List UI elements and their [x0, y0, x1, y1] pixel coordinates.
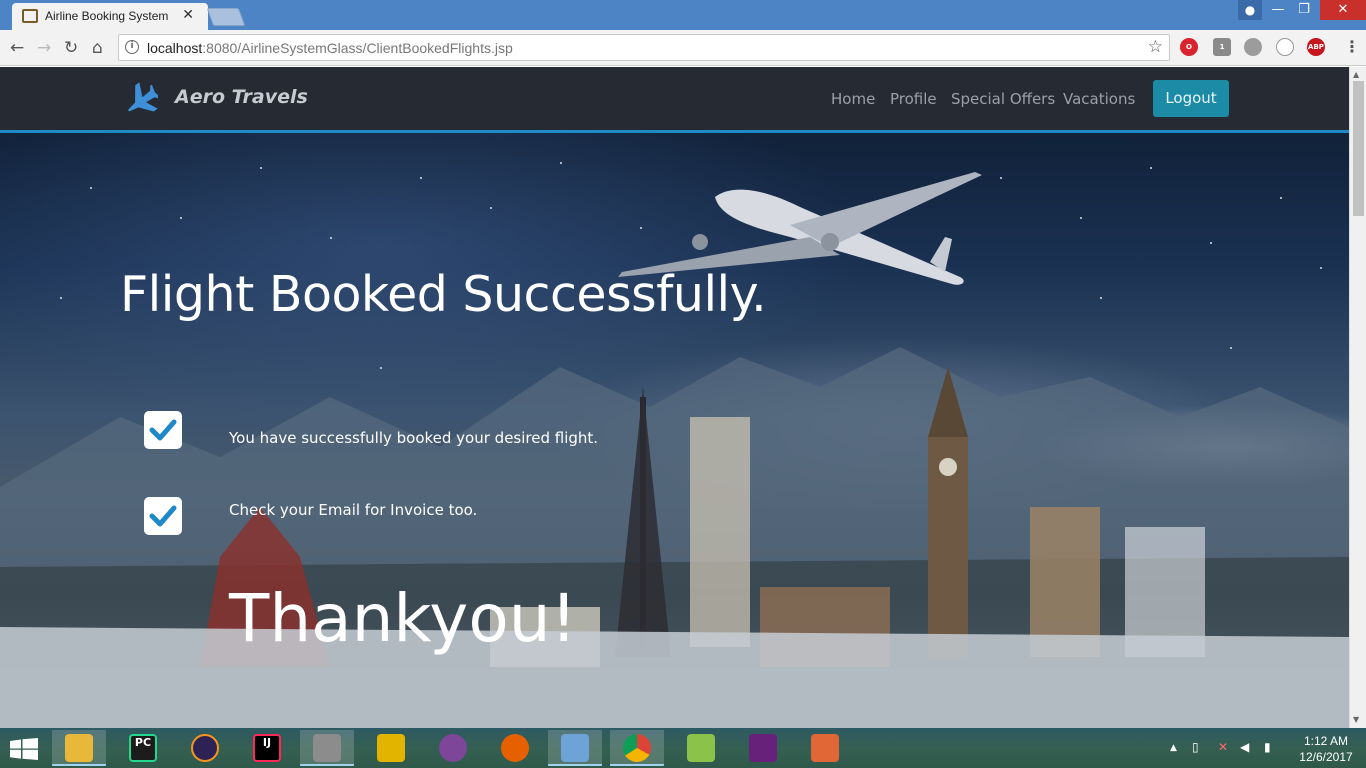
check-icon: [144, 411, 182, 449]
taskbar-vmware-icon[interactable]: [364, 730, 418, 766]
page-viewport: Aero Travels Home Profile Special Offers…: [0, 67, 1349, 728]
browser-tab-strip: Airline Booking System ✕ ● — ❐ ✕: [0, 0, 1366, 30]
windows-taskbar: PC IJ ▲ ▯ ✕ ◀ ▮ 1:12 AM 12/6/2017: [0, 728, 1366, 768]
page-scrollbar[interactable]: ▲ ▼: [1349, 67, 1366, 728]
scroll-thumb[interactable]: [1353, 81, 1364, 216]
taskbar-tools-icon[interactable]: [300, 730, 354, 766]
url-text[interactable]: localhost:8080/AirlineSystemGlass/Client…: [147, 40, 513, 56]
tray-network-error-icon[interactable]: ✕: [1218, 740, 1228, 754]
address-bar[interactable]: i localhost:8080/AirlineSystemGlass/Clie…: [118, 34, 1170, 61]
taskbar-eclipse-icon[interactable]: [178, 730, 232, 766]
taskbar-virtualbox-icon[interactable]: [548, 730, 602, 766]
nav-special-offers-link[interactable]: Special Offers: [951, 90, 1055, 108]
taskbar-file-explorer-icon[interactable]: [52, 730, 106, 766]
taskbar-firefox-icon[interactable]: [488, 730, 542, 766]
forward-icon[interactable]: →: [37, 38, 51, 58]
taskbar-tor-icon[interactable]: [426, 730, 480, 766]
taskbar-chrome-icon[interactable]: [610, 730, 664, 766]
chrome-menu-icon[interactable]: ⋮: [1344, 37, 1360, 56]
opera-icon[interactable]: O: [1180, 38, 1198, 56]
back-icon[interactable]: ←: [10, 38, 24, 58]
system-clock[interactable]: 1:12 AM 12/6/2017: [1293, 733, 1359, 765]
page-favicon-icon: [22, 9, 38, 23]
windows-start-icon[interactable]: [10, 738, 38, 760]
tab-close-icon[interactable]: ✕: [182, 7, 194, 23]
user-profile-icon[interactable]: ●: [1238, 0, 1262, 20]
minimize-button[interactable]: —: [1264, 0, 1292, 20]
browser-toolbar: ← → ↻ ⌂ i localhost:8080/AirlineSystemGl…: [0, 30, 1366, 66]
clock-time: 1:12 AM: [1303, 734, 1349, 748]
taskbar-matlab-icon[interactable]: [798, 730, 852, 766]
extension-badge: 1: [1219, 43, 1225, 51]
taskbar-pycharm-icon[interactable]: PC: [116, 730, 170, 766]
close-window-button[interactable]: ✕: [1320, 0, 1366, 20]
nav-vacations-link[interactable]: Vacations: [1063, 90, 1135, 108]
tray-signal-icon[interactable]: ▮: [1264, 740, 1271, 754]
brand-name[interactable]: Aero Travels: [175, 86, 308, 108]
tray-volume-icon[interactable]: ◀: [1240, 740, 1249, 754]
booking-success-message: You have successfully booked your desire…: [229, 429, 599, 447]
nav-profile-link[interactable]: Profile: [890, 90, 937, 108]
browser-tab[interactable]: Airline Booking System ✕: [12, 3, 208, 30]
adblock-icon[interactable]: ABP: [1307, 38, 1325, 56]
clock-date: 12/6/2017: [1299, 750, 1353, 764]
check-icon: [144, 497, 182, 535]
restore-button[interactable]: ❐: [1290, 0, 1318, 20]
tab-title: Airline Booking System: [45, 9, 169, 23]
email-invoice-message: Check your Email for Invoice too.: [229, 501, 478, 519]
adblock-label: ABP: [1308, 43, 1324, 51]
info-icon[interactable]: i: [125, 40, 139, 54]
extension-circle-icon[interactable]: [1276, 38, 1294, 56]
shield-extension-icon[interactable]: 1: [1213, 38, 1231, 56]
scroll-up-icon[interactable]: ▲: [1353, 70, 1359, 79]
site-navbar: Aero Travels Home Profile Special Offers…: [0, 67, 1349, 133]
taskbar-visual-studio-icon[interactable]: [736, 730, 790, 766]
thank-you-text: Thankyou!: [229, 580, 578, 657]
tray-overflow-icon[interactable]: ▲: [1170, 743, 1177, 753]
page-title: Flight Booked Successfully.: [120, 266, 767, 323]
home-icon[interactable]: ⌂: [92, 38, 103, 58]
plane-logo-icon: [128, 82, 158, 112]
logout-button[interactable]: Logout: [1153, 80, 1229, 117]
scroll-down-icon[interactable]: ▼: [1353, 715, 1359, 724]
nav-home-link[interactable]: Home: [831, 90, 875, 108]
taskbar-notepad-plus-icon[interactable]: [674, 730, 728, 766]
landmarks-illustration: [0, 347, 1349, 728]
bookmark-star-icon[interactable]: ☆: [1148, 37, 1163, 57]
reload-icon[interactable]: ↻: [64, 38, 78, 58]
extension-icon[interactable]: [1244, 38, 1262, 56]
taskbar-intellij-icon[interactable]: IJ: [240, 730, 294, 766]
tray-device-icon[interactable]: ▯: [1192, 740, 1199, 754]
new-tab-button[interactable]: [206, 8, 246, 26]
